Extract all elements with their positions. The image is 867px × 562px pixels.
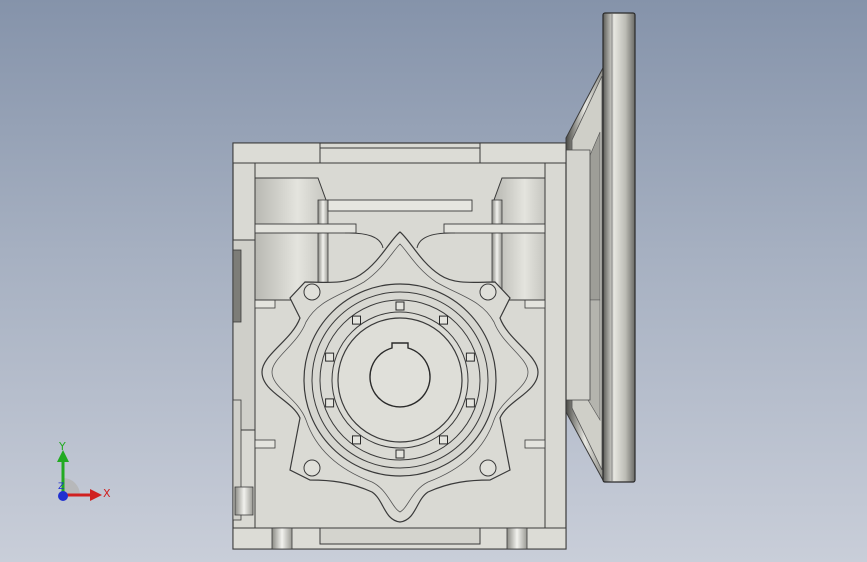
- top-slot: [327, 199, 473, 212]
- output-bore[interactable]: [303, 283, 497, 477]
- triad-graphic: [57, 450, 102, 501]
- bore-marker: [439, 435, 448, 445]
- flange-disk: [602, 12, 636, 483]
- bore-marker: [325, 398, 335, 408]
- bore-marker: [465, 352, 475, 362]
- y-axis-label: Y: [59, 440, 66, 453]
- bore-marker: [325, 352, 335, 362]
- x-axis-label: X: [103, 487, 111, 500]
- bore-marker: [465, 398, 475, 408]
- bore-marker: [395, 301, 405, 311]
- bore-marker: [352, 435, 361, 445]
- orientation-triad[interactable]: Y X Z: [40, 438, 120, 518]
- housing-foot: [506, 527, 528, 550]
- cad-viewport[interactable]: Y X Z: [0, 0, 867, 562]
- bore-marker: [352, 315, 361, 325]
- bore-marker: [395, 449, 405, 459]
- z-axis-label: Z: [58, 482, 65, 492]
- motor-flange[interactable]: [565, 12, 636, 483]
- worm-gearbox-model[interactable]: [0, 0, 867, 562]
- bore-marker: [439, 315, 448, 325]
- housing-foot: [271, 527, 293, 550]
